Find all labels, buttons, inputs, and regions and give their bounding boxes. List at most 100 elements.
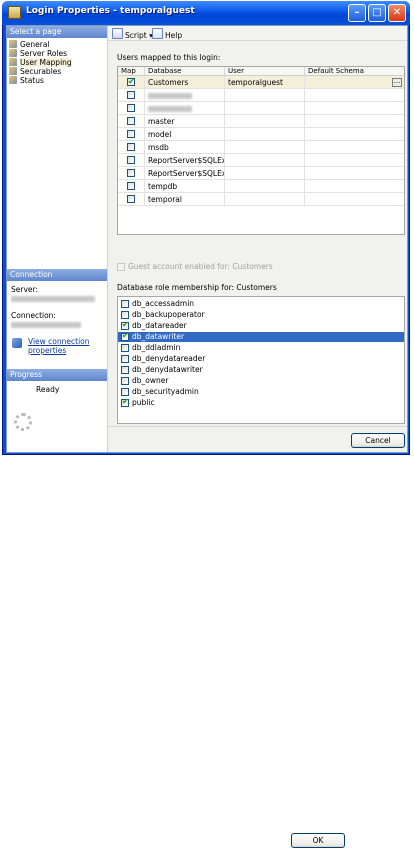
grid-row[interactable]: ReportServer$SQLExpr... [118,154,404,167]
role-checkbox[interactable] [121,344,129,352]
map-checkbox[interactable] [127,130,135,138]
user-cell[interactable] [225,167,305,180]
col-user[interactable]: User [225,67,305,75]
map-checkbox[interactable] [127,156,135,164]
browse-schema-button[interactable]: ... [392,78,402,87]
role-item[interactable]: db_backupoperator [118,310,404,320]
role-membership-title: Database role membership for: Customers [117,283,277,292]
user-cell[interactable] [225,180,305,193]
col-map[interactable]: Map [118,67,145,75]
role-checkbox[interactable] [121,311,129,319]
default-schema-cell[interactable] [305,167,404,180]
user-cell[interactable]: temporalguest [225,76,305,89]
map-checkbox[interactable] [127,104,135,112]
col-database[interactable]: Database [145,67,225,75]
role-item[interactable]: db_denydatawriter [118,365,404,375]
page-icon [9,67,17,75]
map-checkbox[interactable] [127,182,135,190]
col-default-schema[interactable]: Default Schema [305,67,404,75]
user-cell[interactable] [225,141,305,154]
grid-row[interactable] [118,102,404,115]
view-connection-properties-link-line1[interactable]: View connection [28,337,90,346]
default-schema-cell[interactable] [305,102,404,115]
user-cell[interactable] [225,102,305,115]
role-item[interactable]: db_ddladmin [118,343,404,353]
page-label: User Mapping [20,58,72,67]
view-connection-properties-link-line2[interactable]: properties [28,346,66,355]
map-checkbox[interactable] [127,169,135,177]
script-button[interactable]: Script ▾ [112,28,153,41]
cancel-button[interactable]: Cancel [351,433,405,448]
map-checkbox[interactable] [127,91,135,99]
map-cell [118,115,145,128]
database-cell[interactable]: temporal [145,193,225,206]
role-item[interactable]: db_securityadmin [118,387,404,397]
role-item[interactable]: db_accessadmin [118,299,404,309]
grid-row[interactable]: msdb [118,141,404,154]
user-cell[interactable] [225,115,305,128]
users-mapped-grid: Map Database User Default Schema Custome… [117,66,405,235]
close-button[interactable]: ✕ [388,4,406,22]
default-schema-cell[interactable] [305,89,404,102]
default-schema-cell[interactable] [305,193,404,206]
maximize-button[interactable]: □ [368,4,386,22]
title-bar[interactable]: Login Properties - temporalguest – □ ✕ [2,1,410,25]
database-cell[interactable] [145,89,225,102]
grid-header: Map Database User Default Schema [118,67,404,76]
grid-row[interactable] [118,89,404,102]
ok-button[interactable]: OK [291,833,345,848]
role-item[interactable]: public [118,397,404,408]
role-checkbox[interactable] [121,355,129,363]
database-cell[interactable]: ReportServer$SQLExpr... [145,154,225,167]
page-item-server-roles[interactable]: Server Roles [9,49,105,58]
grid-row[interactable]: model [118,128,404,141]
connection-value-redacted [11,322,81,328]
map-checkbox[interactable] [127,195,135,203]
database-cell[interactable] [145,102,225,115]
database-cell[interactable]: msdb [145,141,225,154]
default-schema-cell[interactable] [305,141,404,154]
role-item[interactable]: db_datawriter [118,331,404,342]
guest-account-checkbox[interactable] [117,263,125,271]
page-item-user-mapping[interactable]: User Mapping [9,58,105,67]
role-checkbox[interactable] [121,300,129,308]
minimize-button[interactable]: – [348,4,366,22]
role-checkbox[interactable] [121,397,129,407]
database-cell[interactable]: model [145,128,225,141]
grid-row[interactable]: temporal [118,193,404,206]
default-schema-cell[interactable] [305,154,404,167]
database-cell[interactable]: master [145,115,225,128]
user-cell[interactable] [225,193,305,206]
database-cell[interactable]: Customers [145,76,225,89]
database-cell[interactable]: tempdb [145,180,225,193]
map-checkbox[interactable] [127,143,135,151]
grid-row[interactable]: ReportServer$SQLExpr... [118,167,404,180]
page-item-status[interactable]: Status [9,76,105,85]
map-cell [118,76,145,89]
page-item-general[interactable]: General [9,40,105,49]
grid-row[interactable]: master [118,115,404,128]
role-checkbox[interactable] [121,331,129,341]
user-cell[interactable] [225,128,305,141]
user-cell[interactable] [225,154,305,167]
grid-row[interactable]: tempdb [118,180,404,193]
role-checkbox[interactable] [121,366,129,374]
map-checkbox[interactable] [127,76,135,88]
role-checkbox[interactable] [121,388,129,396]
role-checkbox[interactable] [121,320,129,330]
default-schema-cell[interactable] [305,180,404,193]
role-checkbox[interactable] [121,377,129,385]
database-cell[interactable]: ReportServer$SQLExpr... [145,167,225,180]
user-cell[interactable] [225,89,305,102]
map-checkbox[interactable] [127,117,135,125]
default-schema-cell[interactable] [305,76,404,89]
role-item[interactable]: db_owner [118,376,404,386]
role-label: db_ddladmin [132,343,181,352]
default-schema-cell[interactable] [305,128,404,141]
default-schema-cell[interactable] [305,115,404,128]
role-item[interactable]: db_denydatareader [118,354,404,364]
role-item[interactable]: db_datareader [118,320,404,331]
page-item-securables[interactable]: Securables [9,67,105,76]
grid-row[interactable]: Customerstemporalguest... [118,76,404,89]
help-button[interactable]: Help [152,28,182,41]
